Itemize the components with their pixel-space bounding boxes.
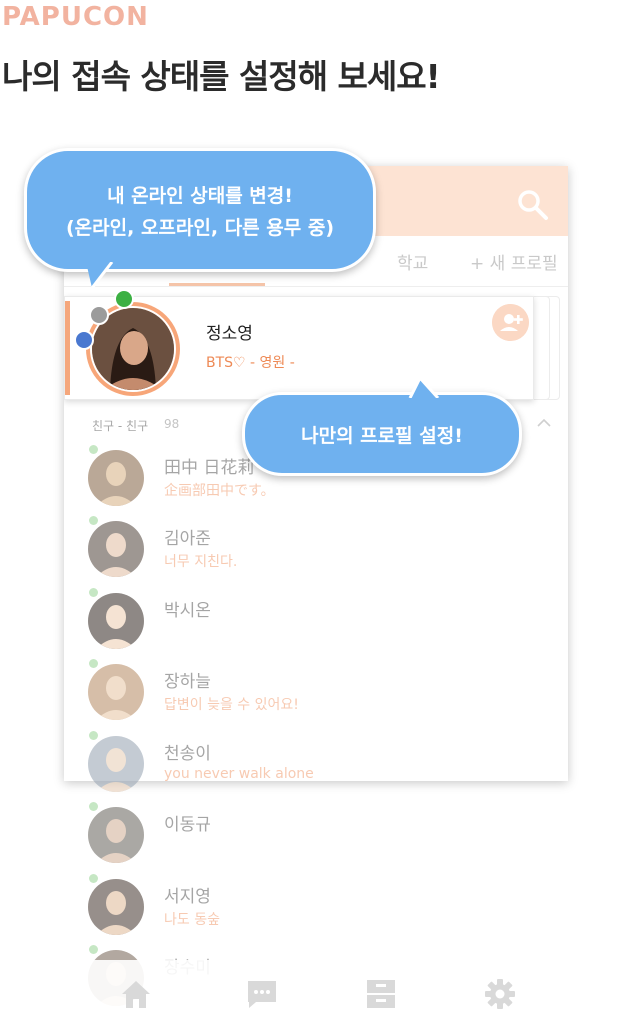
app-logo: PAPUCON [2,2,149,32]
friend-list-item[interactable]: 서지영나도 동숲 [88,874,528,939]
add-friend-icon[interactable] [492,304,529,341]
status-online-dot[interactable] [114,289,134,309]
settings-icon[interactable] [482,976,518,1012]
active-tab-indicator [169,283,265,286]
page-headline: 나의 접속 상태를 설정해 보세요! [2,57,441,96]
status-offline-dot[interactable] [89,305,109,325]
chevron-up-icon[interactable] [536,416,552,428]
avatar-photo [88,807,144,863]
friend-avatar[interactable] [88,664,144,720]
friend-list-item[interactable]: 이동규 [88,802,528,867]
friend-avatar[interactable] [88,736,144,792]
friend-status-message: 답변이 늦을 수 있어요! [164,697,299,713]
online-status-dot [89,802,98,811]
friend-status-message: 나도 동숲 [164,912,220,928]
online-status-dot [89,945,98,954]
friend-list-item[interactable]: 박시온 [88,588,528,653]
friend-avatar[interactable] [88,879,144,935]
tab-school[interactable]: 학교 [397,249,428,274]
avatar-photo [88,736,144,792]
online-status-dot [89,516,98,525]
online-status-dot [89,588,98,597]
avatar-photo [88,664,144,720]
online-status-dot [89,731,98,740]
friend-list-item[interactable]: 김아준너무 지친다. [88,516,528,581]
avatar-photo [88,450,144,506]
callout-tail [408,378,440,398]
friend-avatar[interactable] [88,807,144,863]
callout-tail [86,262,114,289]
status-change-callout: 내 온라인 상태를 변경! (온라인, 오프라인, 다른 용무 중) [24,148,376,272]
my-profile-name: 정소영 [206,324,253,344]
search-icon[interactable] [516,188,550,222]
online-status-dot [89,874,98,883]
friend-list-item[interactable]: 장하늘답변이 늦을 수 있어요! [88,659,528,724]
friends-section-label: 친구 - 친구 [92,419,149,433]
friends-count: 98 [164,417,180,431]
profile-setting-callout: 나만의 프로필 설정! [242,392,522,476]
friend-list-item[interactable]: 천송이 you never walk alone [88,731,528,796]
home-icon[interactable] [118,976,154,1012]
online-status-dot [89,659,98,668]
friend-name: 박시온 [164,601,211,621]
friend-name: 장하늘 [164,672,211,692]
friend-avatar[interactable] [88,593,144,649]
callout-line: 나만의 프로필 설정! [301,425,463,447]
tab-new-profile[interactable]: + 새 프로필 [470,249,558,274]
friend-name: 이동규 [164,815,211,835]
avatar-photo [88,521,144,577]
callout-line: (온라인, 오프라인, 다른 용무 중) [65,217,335,239]
inbox-icon[interactable] [363,976,399,1012]
callout-line: 내 온라인 상태를 변경! [107,185,293,207]
online-status-dot [89,445,98,454]
friend-name: 김아준 [164,529,211,549]
profile-accent-bar [65,301,70,395]
avatar-photo [88,879,144,935]
friend-name: 서지영 [164,887,211,907]
friend-status-message: 너무 지친다. [164,554,238,570]
friend-name: 천송이 [164,744,211,764]
friend-status-message: 企画部田中です。 [164,483,275,499]
friend-avatar[interactable] [88,521,144,577]
chat-icon[interactable] [244,976,280,1012]
friend-name: 田中 日花莉 [164,458,255,478]
status-busy-dot[interactable] [74,330,94,350]
my-status-message: BTS♡ - 영원 - [206,355,295,371]
avatar-photo [88,593,144,649]
friend-status-message: you never walk alone [164,766,314,782]
friend-avatar[interactable] [88,450,144,506]
bottom-nav [64,960,568,1030]
